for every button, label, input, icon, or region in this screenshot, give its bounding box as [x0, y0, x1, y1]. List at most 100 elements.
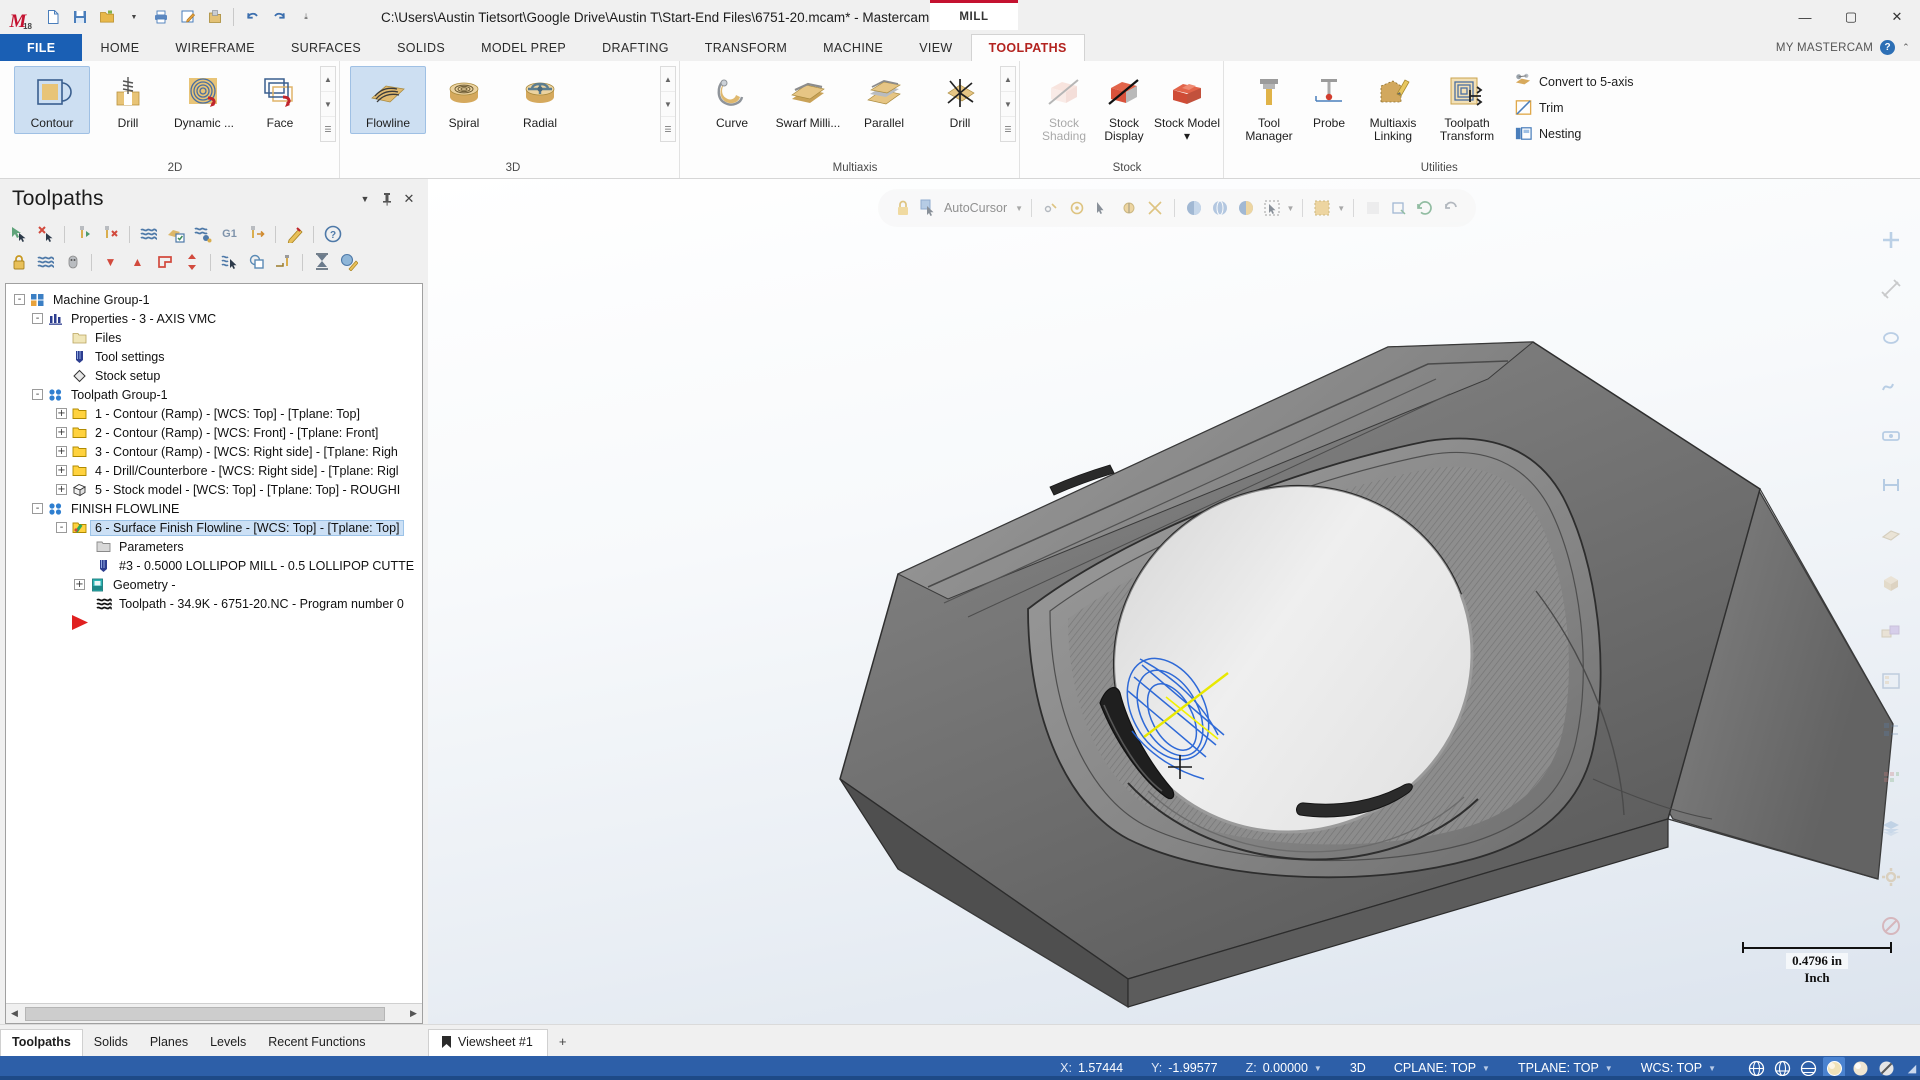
dynamic-rotate-icon[interactable] [1870, 366, 1912, 408]
tab-transform[interactable]: TRANSFORM [687, 34, 805, 61]
blank-none-icon[interactable] [1870, 905, 1912, 947]
toolpath-radial-button[interactable]: Radial [502, 66, 578, 134]
nesting-button[interactable]: Nesting [1510, 121, 1640, 146]
toggle-posting-icon[interactable] [60, 250, 85, 275]
expander-icon[interactable]: + [56, 427, 67, 438]
tree-node-operation-1[interactable]: + 1 - Contour (Ramp) - [WCS: Top] - [Tpl… [14, 404, 422, 423]
list-view-icon[interactable] [1870, 709, 1912, 751]
panel-tab-levels[interactable]: Levels [199, 1030, 257, 1056]
verify-toolpath-icon[interactable] [136, 222, 161, 247]
help-icon[interactable]: ? [1880, 40, 1895, 55]
tree-horizontal-scrollbar[interactable]: ◀ ▶ [6, 1003, 422, 1023]
zoom-window-icon[interactable] [1870, 268, 1912, 310]
tab-solids[interactable]: SOLIDS [379, 34, 463, 61]
tab-file[interactable]: FILE [0, 34, 82, 61]
tree-node-stock-setup[interactable]: Stock setup [14, 366, 422, 385]
customize-qat-caret[interactable]: ⤓ [293, 4, 319, 30]
cad-model-render[interactable] [428, 179, 1920, 1024]
status-cplane[interactable]: CPLANE: TOP ▼ [1380, 1061, 1504, 1075]
filter-toolpath-icon[interactable] [217, 250, 242, 275]
scroll-left-icon[interactable]: ◀ [6, 1005, 23, 1023]
tree-node-operation-4[interactable]: + 4 - Drill/Counterbore - [WCS: Right si… [14, 461, 422, 480]
two-view-icon[interactable] [1870, 611, 1912, 653]
close-icon[interactable]: ✕ [398, 188, 420, 210]
autocursor-toolbar[interactable]: AutoCursor ▼ [878, 189, 1476, 227]
scrollbar-track[interactable] [23, 1005, 405, 1023]
toolpath-face-button[interactable]: Face [242, 66, 318, 134]
fit-icon[interactable] [1388, 195, 1410, 221]
resize-grip[interactable]: ◢ [1904, 1062, 1920, 1075]
tree-node-properties[interactable]: - Properties - 3 - AXIS VMC [14, 309, 422, 328]
panel-menu-caret[interactable]: ▼ [354, 188, 376, 210]
zoom-target-icon[interactable] [1870, 317, 1912, 359]
expander-icon[interactable]: - [14, 294, 25, 305]
mesh-icon[interactable] [1311, 195, 1333, 221]
shade-icon[interactable] [1183, 195, 1205, 221]
tab-drafting[interactable]: DRAFTING [584, 34, 687, 61]
toolpath-spiral-button[interactable]: Spiral [426, 66, 502, 134]
fit-to-window-icon[interactable] [1870, 219, 1912, 261]
expander-icon[interactable]: + [74, 579, 85, 590]
distance-icon[interactable] [1870, 464, 1912, 506]
autocursor-caret-icon[interactable]: ▼ [1015, 204, 1023, 213]
scroll-expand-icon[interactable]: ☰ [321, 116, 335, 141]
tree-node-parameters[interactable]: Parameters [14, 537, 422, 556]
toolpath-contour-button[interactable]: Contour [14, 66, 90, 134]
pan-icon[interactable] [1870, 415, 1912, 457]
expander-icon[interactable]: - [32, 313, 43, 324]
select-all-toolpaths-icon[interactable] [6, 222, 31, 247]
levels-icon[interactable] [1870, 807, 1912, 849]
import-icon[interactable] [202, 4, 228, 30]
expander-icon[interactable]: + [56, 408, 67, 419]
grid-view-icon[interactable] [1870, 758, 1912, 800]
panel-tab-recent-functions[interactable]: Recent Functions [257, 1030, 376, 1056]
status-mode[interactable]: 3D [1336, 1061, 1380, 1075]
swarf-milling-button[interactable]: Swarf Milli... [770, 66, 846, 134]
expander-icon[interactable]: + [56, 465, 67, 476]
lock-icon[interactable] [892, 195, 914, 221]
select-icon[interactable] [1261, 195, 1283, 221]
new-file-icon[interactable] [40, 4, 66, 30]
group-3d-scroller[interactable]: ▲ ▼ ☰ [660, 66, 676, 142]
status-tplane[interactable]: TPLANE: TOP ▼ [1504, 1061, 1627, 1075]
repaint-icon[interactable] [1414, 195, 1436, 221]
expander-icon[interactable]: + [56, 484, 67, 495]
scroll-up-icon[interactable]: ▲ [661, 67, 675, 91]
tree-node-operation-2[interactable]: + 2 - Contour (Ramp) - [WCS: Front] - [T… [14, 423, 422, 442]
collapse-ribbon-icon[interactable]: ⌃ [1902, 42, 1910, 53]
endpoint-snap-icon[interactable] [1092, 195, 1114, 221]
tree-node-operation-5[interactable]: + 5 - Stock model - [WCS: Top] - [Tplane… [14, 480, 422, 499]
stock-shading-button[interactable]: Stock Shading [1034, 66, 1094, 147]
toggle-display-icon[interactable] [33, 250, 58, 275]
add-viewsheet-button[interactable]: + [548, 1029, 578, 1056]
global-edit-icon[interactable] [336, 250, 361, 275]
toolpaths-tree[interactable]: - Machine Group-1 - Properties - 3 - AXI… [5, 283, 423, 1024]
panel-tab-toolpaths[interactable]: Toolpaths [0, 1029, 83, 1056]
center-snap-icon[interactable] [1066, 195, 1088, 221]
scrollbar-thumb[interactable] [25, 1007, 385, 1021]
status-wcs[interactable]: WCS: TOP ▼ [1627, 1061, 1730, 1075]
save-as-icon[interactable] [175, 4, 201, 30]
batch-icon[interactable] [309, 250, 334, 275]
minimize-button[interactable]: — [1782, 0, 1828, 34]
probe-button[interactable]: Probe [1300, 66, 1358, 134]
close-button[interactable]: ✕ [1874, 0, 1920, 34]
tab-home[interactable]: HOME [82, 34, 157, 61]
tree-node-geometry[interactable]: + Geometry - [14, 575, 422, 594]
tool-manager-button[interactable]: Tool Manager [1238, 66, 1300, 147]
open-dropdown-caret[interactable]: ▼ [121, 4, 147, 30]
tab-toolpaths[interactable]: TOOLPATHS [971, 34, 1085, 61]
deselect-all-toolpaths-icon[interactable] [33, 222, 58, 247]
undo-icon[interactable] [239, 4, 265, 30]
tree-node-operation-3[interactable]: + 3 - Contour (Ramp) - [WCS: Right side]… [14, 442, 422, 461]
toolpath-flowline-button[interactable]: Flowline [350, 66, 426, 134]
group-2d-scroller[interactable]: ▲ ▼ ☰ [320, 66, 336, 142]
panel-tab-solids[interactable]: Solids [83, 1030, 139, 1056]
save-icon[interactable] [67, 4, 93, 30]
scroll-up-icon[interactable]: ▲ [321, 67, 335, 91]
simulate-toolpath-icon[interactable] [163, 222, 188, 247]
multiaxis-linking-button[interactable]: Multiaxis Linking [1358, 66, 1428, 147]
wcs-caret-icon[interactable]: ▼ [1708, 1064, 1716, 1073]
undo-view-icon[interactable] [1440, 195, 1462, 221]
regenerate-selected-icon[interactable] [71, 222, 96, 247]
